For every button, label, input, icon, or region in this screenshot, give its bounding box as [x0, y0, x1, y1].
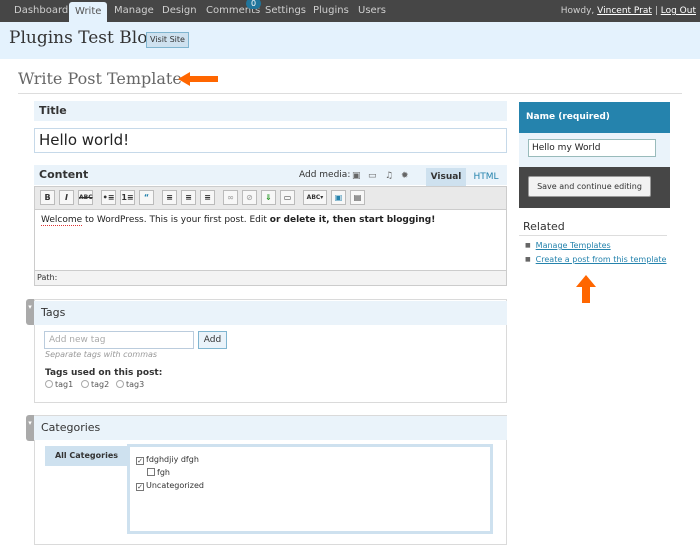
categories-grip-icon[interactable]	[26, 415, 34, 441]
category-item-1[interactable]: ✓ fdghdjiy dfgh	[136, 455, 199, 465]
tags-used-label: Tags used on this post:	[45, 368, 163, 378]
unlink-button[interactable]: ⊘	[242, 190, 257, 205]
blog-title: Plugins Test Blog	[9, 28, 159, 48]
category-label: fdghdjiy dfgh	[146, 455, 199, 464]
post-title-input[interactable]: Hello world!	[34, 128, 507, 153]
post-content-editor[interactable]: Welcome to WordPress. This is your first…	[34, 210, 507, 270]
align-left-button[interactable]: ≡	[162, 190, 177, 205]
page-break-button[interactable]: ▭	[280, 190, 295, 205]
title-divider	[18, 93, 682, 94]
howdy-text: Howdy,	[560, 6, 595, 16]
tab-visual[interactable]: Visual	[426, 168, 466, 186]
logout-link[interactable]: Log Out	[661, 6, 696, 16]
manage-templates-link[interactable]: Manage Templates	[525, 241, 611, 250]
editor-toolbar: B I ABC •≡ 1≡ “ ≡ ≡ ≡ ∞ ⊘ ⇓ ▭ ABC▾ ▣ ▤	[34, 186, 507, 210]
nav-separator: |	[654, 6, 658, 16]
related-heading: Related	[523, 220, 565, 233]
media-icon[interactable]: ✹	[401, 171, 409, 181]
new-tag-input[interactable]: Add new tag	[44, 331, 194, 349]
user-greeting: Howdy, Vincent Prat | Log Out	[561, 0, 696, 22]
arrow-up-annotation-icon	[576, 275, 596, 303]
checkbox-icon[interactable]	[147, 468, 155, 476]
user-profile-link[interactable]: Vincent Prat	[597, 6, 652, 16]
content-text-bold: or delete it, then start blogging!	[269, 215, 436, 225]
category-checklist: ✓ fdghdjiy dfgh fgh ✓ Uncategorized	[127, 444, 493, 534]
add-media-label: Add media:	[299, 170, 351, 180]
category-item-3[interactable]: ✓ Uncategorized	[136, 481, 204, 491]
nav-dashboard[interactable]: Dashboard	[8, 0, 74, 22]
fullscreen-button[interactable]: ▣	[331, 190, 346, 205]
tag-chip-3[interactable]: tag3	[116, 380, 144, 389]
nav-users[interactable]: Users	[352, 0, 392, 22]
create-post-from-template-link[interactable]: Create a post from this template	[525, 255, 667, 264]
music-icon[interactable]: ♫	[385, 171, 393, 181]
content-text: to WordPress. This is your first post. E…	[82, 215, 270, 225]
content-text-misspelled: Welcome	[41, 215, 83, 226]
blockquote-button[interactable]: “	[139, 190, 154, 205]
align-center-button[interactable]: ≡	[181, 190, 196, 205]
nav-plugins[interactable]: Plugins	[307, 0, 355, 22]
category-label: fgh	[157, 468, 170, 477]
related-divider	[519, 235, 667, 236]
arrow-left-annotation-icon	[178, 72, 218, 86]
save-continue-button[interactable]: Save and continue editing	[528, 176, 651, 197]
checkbox-icon[interactable]: ✓	[136, 457, 144, 465]
tab-html[interactable]: HTML	[468, 168, 504, 186]
bold-button[interactable]: B	[40, 190, 55, 205]
category-label: Uncategorized	[146, 481, 204, 490]
strikethrough-button[interactable]: ABC	[78, 190, 93, 205]
tags-box-heading[interactable]: Tags	[34, 301, 507, 325]
insert-link-button[interactable]: ∞	[223, 190, 238, 205]
kitchen-sink-button[interactable]: ▤	[350, 190, 365, 205]
editor-path-bar: Path:	[34, 270, 507, 286]
spellcheck-button[interactable]: ABC▾	[303, 190, 327, 205]
categories-box-heading[interactable]: Categories	[34, 416, 507, 440]
nav-design[interactable]: Design	[156, 0, 203, 22]
nav-settings[interactable]: Settings	[259, 0, 312, 22]
page-title: Write Post Template	[18, 69, 182, 88]
numbered-list-button[interactable]: 1≡	[120, 190, 135, 205]
add-tag-button[interactable]: Add	[198, 331, 227, 349]
italic-button[interactable]: I	[59, 190, 74, 205]
top-nav-bar: Dashboard Write Manage Design Comments 0…	[0, 0, 700, 22]
template-name-input[interactable]: Hello my World	[528, 139, 656, 157]
align-right-button[interactable]: ≡	[200, 190, 215, 205]
bullet-list-button[interactable]: •≡	[101, 190, 116, 205]
category-item-2[interactable]: fgh	[147, 468, 170, 477]
link-text[interactable]: Create a post from this template	[536, 255, 667, 264]
tag-chip-2[interactable]: tag2	[81, 380, 109, 389]
tag-chip-1[interactable]: tag1	[45, 380, 73, 389]
visit-site-button[interactable]: Visit Site	[146, 32, 189, 48]
tab-all-categories[interactable]: All Categories	[45, 446, 128, 466]
checkbox-icon[interactable]: ✓	[136, 483, 144, 491]
link-text[interactable]: Manage Templates	[536, 241, 611, 250]
tags-grip-icon[interactable]	[26, 299, 34, 325]
insert-more-button[interactable]: ⇓	[261, 190, 276, 205]
name-heading: Name (required)	[519, 102, 670, 133]
tags-hint: Separate tags with commas	[45, 350, 158, 359]
nav-write[interactable]: Write	[69, 2, 108, 22]
blog-header: Plugins Test Blog Visit Site	[0, 22, 700, 59]
video-icon[interactable]: ▭	[368, 171, 377, 181]
nav-manage[interactable]: Manage	[108, 0, 160, 22]
title-box-heading: Title	[34, 101, 507, 121]
image-icon[interactable]: ▣	[352, 171, 361, 181]
